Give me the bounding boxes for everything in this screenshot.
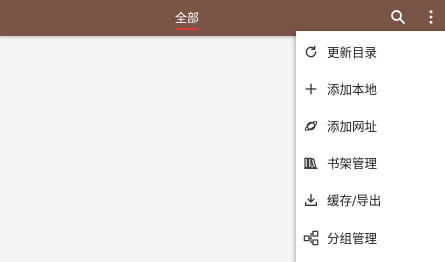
refresh-icon	[302, 43, 320, 61]
menu-item-label: 分组管理	[327, 231, 378, 246]
overflow-menu: 更新目录 添加本地 添加网址 书架管理 缓存/导出 分组管理	[296, 31, 445, 262]
download-icon	[302, 191, 320, 209]
app-screen: 全部 更新目录 添加本地 添加网址 书架管理 缓存/导出 分组管理	[0, 0, 445, 262]
search-button[interactable]	[385, 4, 411, 30]
planet-icon	[302, 117, 320, 135]
tab-indicator	[176, 28, 198, 30]
tab-all[interactable]: 全部	[168, 0, 206, 36]
menu-item-bookshelf-manage[interactable]: 书架管理	[296, 144, 445, 181]
more-vert-icon	[429, 10, 433, 24]
search-icon	[391, 10, 405, 24]
bookshelf-icon	[302, 154, 320, 172]
menu-item-cache-export[interactable]: 缓存/导出	[296, 181, 445, 218]
menu-item-group-manage[interactable]: 分组管理	[296, 219, 445, 256]
group-icon	[302, 229, 320, 247]
menu-item-add-url[interactable]: 添加网址	[296, 107, 445, 144]
menu-item-label: 缓存/导出	[327, 193, 382, 208]
plus-icon	[302, 80, 320, 98]
menu-item-update-catalog[interactable]: 更新目录	[296, 33, 445, 70]
tab-all-label: 全部	[174, 11, 199, 25]
menu-item-label: 添加本地	[327, 82, 378, 97]
menu-item-label: 更新目录	[327, 45, 378, 60]
menu-item-label: 添加网址	[327, 119, 378, 134]
menu-item-add-local[interactable]: 添加本地	[296, 70, 445, 107]
more-options-button[interactable]	[418, 4, 444, 30]
menu-item-label: 书架管理	[327, 156, 378, 171]
